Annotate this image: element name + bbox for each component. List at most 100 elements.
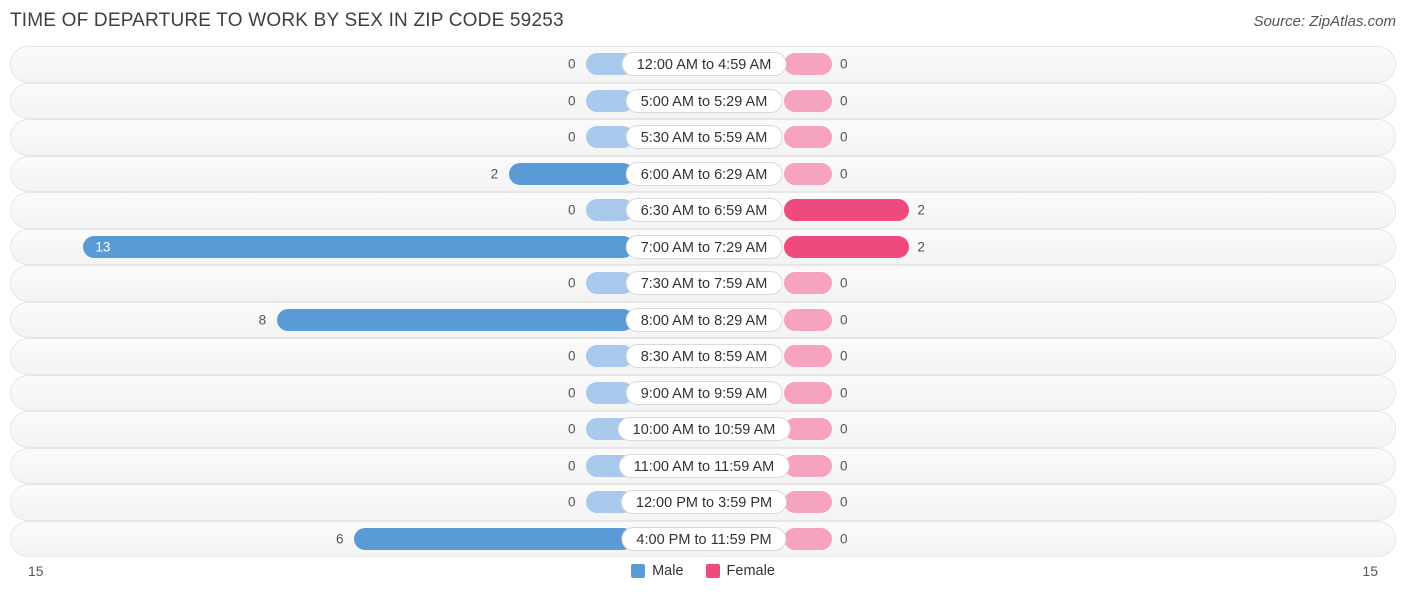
chart-row-inner: 6 0 4:00 PM to 11:59 PM bbox=[11, 522, 1395, 557]
bar-value-male: 6 bbox=[336, 531, 344, 547]
bar-value-female: 2 bbox=[917, 202, 925, 218]
legend-item-male[interactable]: Male bbox=[631, 563, 684, 579]
bar-female bbox=[784, 527, 832, 550]
chart-row-inner: 0 0 8:30 AM to 8:59 AM bbox=[11, 339, 1395, 374]
chart-row: 0 0 9:00 AM to 9:59 AM bbox=[10, 374, 1396, 411]
bar-value-female: 0 bbox=[840, 275, 848, 291]
legend-item-female[interactable]: Female bbox=[705, 563, 775, 579]
chart-row-inner: 0 0 5:30 AM to 5:59 AM bbox=[11, 120, 1395, 155]
bar-value-male: 0 bbox=[568, 275, 576, 291]
category-label: 5:00 AM to 5:29 AM bbox=[625, 88, 783, 113]
legend-label-female: Female bbox=[726, 563, 775, 579]
bar-value-male: 8 bbox=[258, 312, 267, 328]
bar-value-female: 0 bbox=[840, 129, 848, 145]
legend-swatch-male bbox=[631, 564, 646, 578]
chart-header: TIME OF DEPARTURE TO WORK BY SEX IN ZIP … bbox=[0, 0, 1406, 46]
bar-male bbox=[83, 235, 634, 258]
chart-row: 2 0 6:00 AM to 6:29 AM bbox=[10, 155, 1396, 192]
bar-value-male: 0 bbox=[568, 421, 576, 437]
chart-row-inner: 0 0 10:00 AM to 10:59 AM bbox=[11, 412, 1395, 447]
legend-swatch-female bbox=[705, 564, 720, 578]
chart-row-inner: 0 0 12:00 PM to 3:59 PM bbox=[11, 485, 1395, 520]
bar-female bbox=[784, 89, 832, 112]
chart-footer: 15 15 Male Female bbox=[0, 557, 1406, 605]
chart-row: 0 0 12:00 PM to 3:59 PM bbox=[10, 484, 1396, 521]
bar-male bbox=[508, 162, 634, 185]
bar-value-female: 0 bbox=[840, 494, 848, 510]
category-label: 5:30 AM to 5:59 AM bbox=[625, 125, 783, 150]
bar-value-female: 0 bbox=[840, 166, 848, 182]
bar-female bbox=[784, 454, 832, 477]
category-label: 7:30 AM to 7:59 AM bbox=[625, 271, 783, 296]
chart-row-inner: 0 0 12:00 AM to 4:59 AM bbox=[11, 47, 1395, 82]
bar-value-female: 0 bbox=[840, 312, 848, 328]
bar-value-male: 0 bbox=[568, 348, 576, 364]
category-label: 8:00 AM to 8:29 AM bbox=[625, 307, 783, 332]
bar-value-female: 0 bbox=[840, 56, 848, 72]
bar-female bbox=[784, 199, 910, 222]
chart-row: 13 2 7:00 AM to 7:29 AM bbox=[10, 228, 1396, 265]
chart-row-inner: 0 0 9:00 AM to 9:59 AM bbox=[11, 376, 1395, 411]
bar-value-female: 2 bbox=[917, 239, 925, 255]
chart-row: 0 0 7:30 AM to 7:59 AM bbox=[10, 265, 1396, 302]
category-label: 12:00 PM to 3:59 PM bbox=[620, 490, 788, 515]
bar-female bbox=[784, 381, 832, 404]
bar-female bbox=[784, 126, 832, 149]
bar-male bbox=[276, 308, 634, 331]
bar-value-male: 0 bbox=[568, 56, 576, 72]
chart-row: 6 0 4:00 PM to 11:59 PM bbox=[10, 520, 1396, 557]
bar-female bbox=[784, 53, 832, 76]
bar-value-female: 0 bbox=[840, 385, 848, 401]
bar-male bbox=[354, 527, 634, 550]
bar-value-male: 2 bbox=[490, 166, 499, 182]
category-label: 11:00 AM to 11:59 AM bbox=[618, 453, 790, 478]
bar-value-male: 0 bbox=[568, 458, 576, 474]
bar-value-male: 0 bbox=[568, 129, 576, 145]
chart-row-inner: 0 0 5:00 AM to 5:29 AM bbox=[11, 84, 1395, 119]
source-attribution: Source: ZipAtlas.com bbox=[1253, 13, 1396, 30]
bar-value-female: 0 bbox=[840, 421, 848, 437]
bar-female bbox=[784, 345, 832, 368]
bar-value-male: 13 bbox=[95, 239, 111, 255]
legend: Male Female bbox=[0, 563, 1406, 579]
bar-female bbox=[784, 162, 832, 185]
bar-value-female: 0 bbox=[840, 348, 848, 364]
category-label: 7:00 AM to 7:29 AM bbox=[625, 234, 783, 259]
chart-row: 0 0 11:00 AM to 11:59 AM bbox=[10, 447, 1396, 484]
chart-row-inner: 0 0 7:30 AM to 7:59 AM bbox=[11, 266, 1395, 301]
category-label: 12:00 AM to 4:59 AM bbox=[621, 52, 787, 77]
bar-value-female: 0 bbox=[840, 93, 848, 109]
category-label: 10:00 AM to 10:59 AM bbox=[617, 417, 791, 442]
chart-row: 8 0 8:00 AM to 8:29 AM bbox=[10, 301, 1396, 338]
bar-value-male: 0 bbox=[568, 494, 576, 510]
chart-row: 0 0 5:00 AM to 5:29 AM bbox=[10, 82, 1396, 119]
bar-value-male: 0 bbox=[568, 93, 576, 109]
chart-row-inner: 2 0 6:00 AM to 6:29 AM bbox=[11, 157, 1395, 192]
bar-value-female: 0 bbox=[840, 531, 848, 547]
bar-female bbox=[784, 418, 832, 441]
page-title: TIME OF DEPARTURE TO WORK BY SEX IN ZIP … bbox=[10, 10, 564, 31]
bar-female bbox=[784, 491, 832, 514]
bar-value-male: 0 bbox=[568, 202, 576, 218]
bar-female bbox=[784, 308, 832, 331]
category-label: 6:00 AM to 6:29 AM bbox=[625, 161, 783, 186]
category-label: 6:30 AM to 6:59 AM bbox=[625, 198, 783, 223]
chart-row: 0 0 10:00 AM to 10:59 AM bbox=[10, 411, 1396, 448]
bar-value-male: 0 bbox=[568, 385, 576, 401]
chart-row: 0 0 5:30 AM to 5:59 AM bbox=[10, 119, 1396, 156]
category-label: 9:00 AM to 9:59 AM bbox=[625, 380, 783, 405]
bar-value-female: 0 bbox=[840, 458, 848, 474]
bar-female bbox=[784, 272, 832, 295]
chart-body: 0 0 12:00 AM to 4:59 AM 0 0 5:00 AM to 5:29 A… bbox=[10, 46, 1396, 557]
category-label: 8:30 AM to 8:59 AM bbox=[625, 344, 783, 369]
chart-row-inner: 0 2 6:30 AM to 6:59 AM bbox=[11, 193, 1395, 228]
chart-row: 0 2 6:30 AM to 6:59 AM bbox=[10, 192, 1396, 229]
chart-row: 0 0 12:00 AM to 4:59 AM bbox=[10, 46, 1396, 83]
bar-female bbox=[784, 235, 910, 258]
chart-row-inner: 8 0 8:00 AM to 8:29 AM bbox=[11, 303, 1395, 338]
legend-label-male: Male bbox=[652, 563, 684, 579]
chart-row: 0 0 8:30 AM to 8:59 AM bbox=[10, 338, 1396, 375]
category-label: 4:00 PM to 11:59 PM bbox=[621, 526, 787, 551]
chart-row-inner: 0 0 11:00 AM to 11:59 AM bbox=[11, 449, 1395, 484]
chart-row-inner: 13 2 7:00 AM to 7:29 AM bbox=[11, 230, 1395, 265]
